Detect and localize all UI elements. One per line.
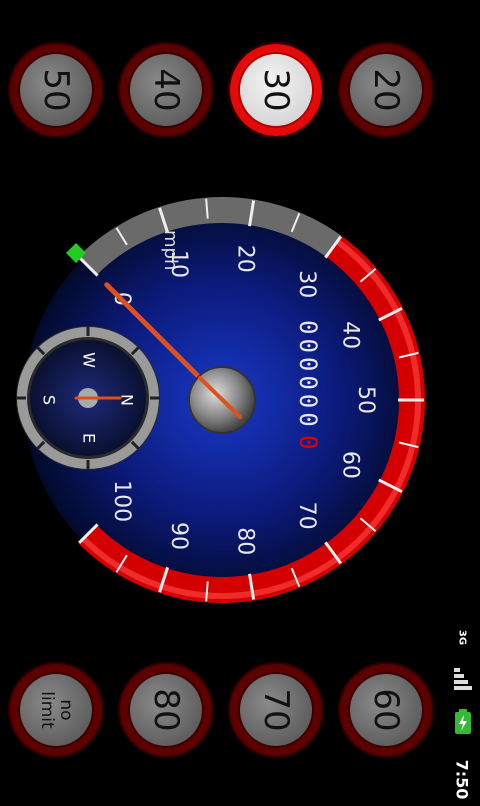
odometer: 000000 0: [294, 320, 322, 449]
speed-limit-label: no limit: [37, 691, 76, 729]
unit-label: mph: [160, 230, 181, 270]
odometer-tenths: 0: [294, 435, 322, 449]
speed-limit-label: 30: [256, 68, 296, 112]
speed-limit-20-button[interactable]: 20: [338, 42, 434, 138]
compass: N E S W: [16, 326, 160, 470]
speed-limit-label: 20: [366, 68, 406, 112]
compass-south: S: [40, 395, 59, 405]
status-clock: 7:50: [452, 759, 472, 800]
dial-scale-label: 80: [232, 527, 257, 555]
odometer-digits: 000000: [294, 320, 322, 431]
speed-limit-label: 50: [36, 68, 76, 112]
network-type: 3G: [456, 629, 468, 646]
speed-limit-30-button[interactable]: 30: [228, 42, 324, 138]
speed-limit-60-button[interactable]: 60: [338, 662, 434, 758]
speed-limit-label: 40: [146, 68, 186, 112]
speed-limit-none-button[interactable]: no limit: [8, 662, 104, 758]
dial-scale-label: 100: [109, 480, 134, 522]
dial-scale-label: 90: [166, 522, 191, 550]
speed-limit-50-button[interactable]: 50: [8, 42, 104, 138]
dial-scale-label: 20: [232, 245, 257, 273]
dial-scale-label: 50: [353, 386, 378, 414]
speedometer: 0102030405060708090100 mph 000000 0 N E …: [16, 197, 425, 603]
battery-charging-icon: [455, 709, 471, 734]
dial-scale-label: 40: [337, 321, 362, 349]
compass-east: E: [80, 433, 99, 443]
speed-limit-80-button[interactable]: 80: [118, 662, 214, 758]
dial-scale-label: 30: [294, 270, 319, 298]
status-bar: 3G 7:50: [444, 620, 480, 800]
dial-scale-label: 70: [294, 502, 319, 530]
compass-north: N: [118, 394, 137, 406]
speed-limit-label: 70: [256, 688, 296, 732]
speed-limit-label: 60: [366, 688, 406, 732]
compass-west: W: [80, 352, 99, 368]
speed-limit-label: 80: [146, 688, 186, 732]
dial-scale-label: 60: [337, 451, 362, 479]
signal-bars-icon: [454, 668, 472, 690]
speed-limit-70-button[interactable]: 70: [228, 662, 324, 758]
speed-limit-40-button[interactable]: 40: [118, 42, 214, 138]
